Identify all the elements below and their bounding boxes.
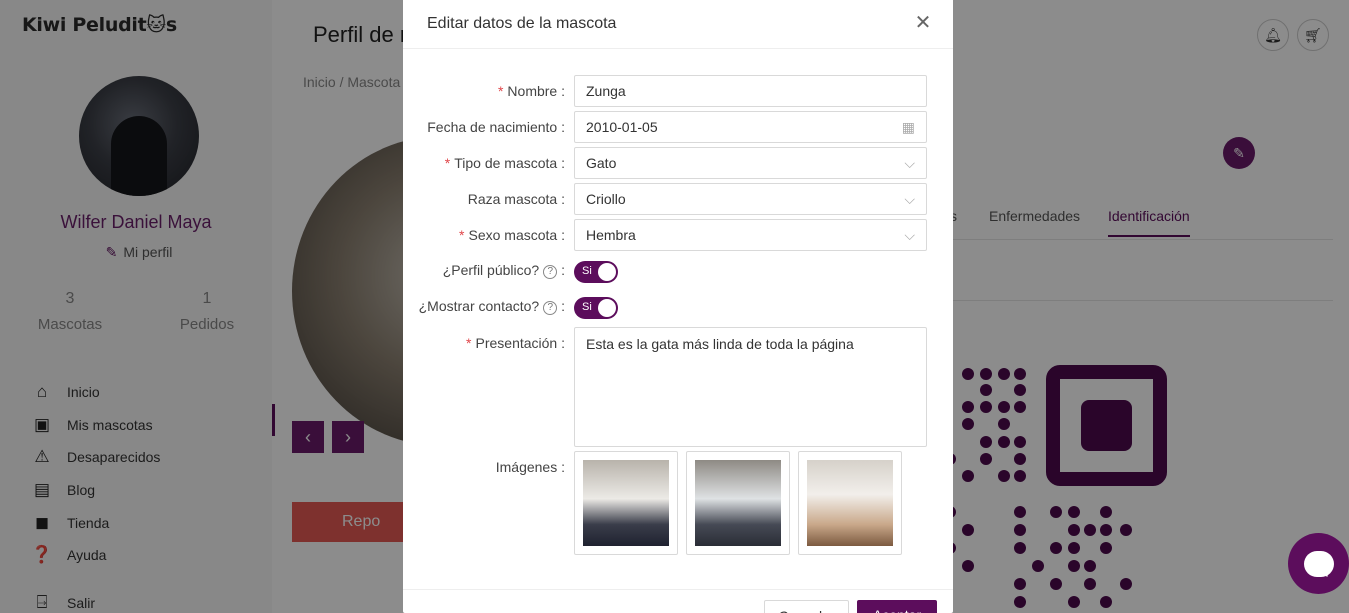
pet-image-thumbnail[interactable]	[686, 451, 790, 555]
sex-value: Hembra	[586, 227, 636, 243]
help-icon[interactable]: ?	[543, 265, 558, 279]
cancel-button[interactable]: Cancelar	[764, 600, 849, 613]
chevron-down-icon: ⌵	[904, 191, 915, 207]
images-label: Imágenes :	[495, 459, 565, 475]
breed-label: Raza mascota :	[467, 191, 565, 207]
public-profile-label: ¿Perfil público?? :	[442, 262, 565, 279]
birth-date-value: 2010-01-05	[586, 119, 658, 135]
show-contact-toggle[interactable]: Si	[574, 297, 618, 319]
edit-pet-modal: Editar datos de la mascota ✕ * Nombre : Z…	[403, 0, 953, 613]
birth-date-label: Fecha de nacimiento :	[427, 119, 565, 135]
chat-button[interactable]	[1288, 533, 1349, 594]
required-mark: *	[497, 83, 504, 99]
modal-footer: Cancelar Aceptar	[403, 589, 953, 613]
chevron-down-icon: ⌵	[904, 227, 915, 243]
sex-label-text: Sexo mascota :	[468, 227, 566, 243]
pet-type-value: Gato	[586, 155, 617, 171]
accept-button[interactable]: Aceptar	[857, 600, 937, 613]
pet-image	[695, 460, 781, 546]
breed-value: Criollo	[586, 191, 626, 207]
close-icon: ✕	[914, 12, 932, 34]
modal-header: Editar datos de la mascota	[403, 0, 953, 49]
chat-bubble-icon	[1303, 550, 1334, 577]
show-contact-toggle-text: Si	[582, 301, 592, 313]
sex-label: * Sexo mascota :	[459, 227, 565, 243]
presentation-textarea[interactable]: Esta es la gata más linda de toda la pág…	[574, 327, 927, 447]
birth-date-picker[interactable]: 2010-01-05 ▦	[574, 111, 927, 143]
toggle-knob	[598, 263, 616, 281]
pet-image-thumbnail[interactable]	[574, 451, 678, 555]
name-label: * Nombre :	[498, 83, 565, 99]
public-profile-label-text: ¿Perfil público?	[442, 262, 540, 278]
show-contact-label: ¿Mostrar contacto?? :	[418, 298, 565, 315]
name-input[interactable]: Zunga	[574, 75, 927, 107]
chevron-down-icon: ⌵	[904, 155, 915, 171]
modal-title: Editar datos de la mascota	[427, 15, 617, 32]
public-profile-toggle-text: Si	[582, 265, 592, 277]
show-contact-label-text: ¿Mostrar contacto?	[418, 298, 540, 314]
pet-type-select[interactable]: Gato ⌵	[574, 147, 927, 179]
required-mark: *	[459, 227, 465, 243]
breed-select[interactable]: Criollo ⌵	[574, 183, 927, 215]
sex-select[interactable]: Hembra ⌵	[574, 219, 927, 251]
public-profile-toggle[interactable]: Si	[574, 261, 618, 283]
toggle-knob	[598, 299, 616, 317]
required-mark: *	[466, 335, 472, 351]
help-icon[interactable]: ?	[543, 301, 558, 315]
calendar-icon: ▦	[901, 119, 915, 135]
presentation-label: * Presentación :	[466, 335, 565, 351]
pet-image	[583, 460, 669, 546]
presentation-label-text: Presentación :	[475, 335, 566, 351]
close-button[interactable]: ✕	[911, 12, 935, 36]
pet-image	[807, 460, 893, 546]
pet-type-label-text: Tipo de mascota :	[454, 155, 565, 171]
name-label-text: Nombre :	[507, 83, 565, 99]
pet-type-label: * Tipo de mascota :	[445, 155, 565, 171]
pet-image-thumbnail[interactable]	[798, 451, 902, 555]
required-mark: *	[444, 155, 451, 171]
